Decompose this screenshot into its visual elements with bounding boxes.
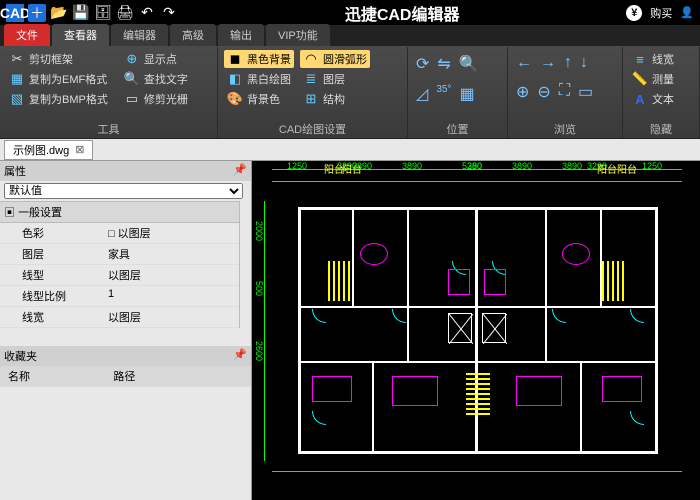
open-icon[interactable]: 📂 (50, 4, 68, 22)
emf-icon: ▦ (9, 71, 25, 87)
zoom-icon: 🔍 (459, 54, 479, 74)
group-label-hide: 隐藏 (629, 119, 693, 137)
copy-bmp-button[interactable]: ▧复制为BMP格式 (6, 90, 111, 108)
browse-tools[interactable]: ← → ↑ ↓ (514, 50, 616, 76)
find-text-button[interactable]: 🔍查找文字 (121, 70, 191, 88)
properties-panel: 属性📌 默认值 ▣ 一般设置 色彩□ 以图层 图层家具 线型以图层 线型比例1 … (0, 161, 252, 500)
buy-button[interactable]: 购买 (650, 5, 672, 21)
text-icon: A (632, 91, 648, 107)
general-section[interactable]: ▣ 一般设置 (0, 201, 239, 223)
save-icon[interactable]: 💾 (72, 4, 90, 22)
props-title: 属性 (4, 163, 26, 179)
fav-title: 收藏夹 (4, 348, 37, 364)
tab-viewer[interactable]: 查看器 (52, 24, 109, 46)
app-logo-icon: CAD (6, 4, 24, 22)
skew-icon: 35° (436, 84, 451, 104)
lineweight-button[interactable]: ≡线宽 (629, 50, 693, 68)
col-name: 名称 (4, 368, 113, 384)
default-select[interactable]: 默认值 (4, 183, 243, 199)
struct-button[interactable]: ⊞结构 (300, 90, 370, 108)
tab-file[interactable]: 文件 (4, 24, 50, 46)
print-icon[interactable]: 🖨 (116, 4, 134, 22)
bgcolor-button[interactable]: 🎨背景色 (224, 90, 294, 108)
copy-emf-button[interactable]: ▦复制为EMF格式 (6, 70, 111, 88)
prop-row: 线宽以图层 (0, 307, 239, 328)
document-tabs: 示例图.dwg ⊠ (0, 139, 700, 161)
measure-button[interactable]: 📏测量 (629, 70, 693, 88)
bw-icon: ◧ (227, 71, 243, 87)
saveas-icon[interactable]: 🗄 (94, 4, 112, 22)
group-label-tools: 工具 (6, 119, 211, 137)
black-bg-button[interactable]: ◼黑色背景 (224, 50, 294, 68)
angle-icon: ◿ (416, 84, 428, 104)
group-label-browse: 浏览 (514, 119, 616, 137)
user-icon[interactable]: 👤 (680, 6, 694, 19)
group-label-cadset: CAD绘图设置 (224, 119, 401, 137)
text-button[interactable]: A文本 (629, 90, 693, 108)
search-icon: 🔍 (124, 71, 140, 87)
smooth-arc-button[interactable]: ◠圆滑弧形 (300, 50, 370, 68)
zoom-out-icon: ⊖ (537, 82, 550, 102)
zoom-in-icon: ⊕ (516, 82, 529, 102)
arrow-left-icon: ← (516, 54, 532, 72)
grid-icon: ▦ (459, 84, 474, 104)
select-icon: ▭ (578, 82, 593, 102)
prop-row: 图层家具 (0, 244, 239, 265)
scrollbar[interactable] (239, 201, 251, 328)
tab-output[interactable]: 输出 (218, 24, 264, 46)
arrow-up-icon: ↑ (564, 54, 572, 72)
position-tools-2[interactable]: ◿ 35° ▦ (414, 80, 501, 108)
titlebar: CAD ＋ 📂 💾 🗄 🖨 ↶ ↷ 迅捷CAD编辑器 ¥ 购买 👤 (0, 0, 700, 25)
cad-canvas[interactable]: 5280 1250 3290 3890 390 3890 3290 1250 2… (252, 161, 700, 500)
scissors-icon: ✂ (9, 51, 25, 67)
redo-icon[interactable]: ↷ (160, 4, 178, 22)
position-tools[interactable]: ⟳ ⇋ 🔍 (414, 50, 501, 78)
target-icon: ⊕ (124, 51, 140, 67)
black-bg-icon: ◼ (227, 51, 243, 67)
arrow-right-icon: → (540, 54, 556, 72)
lineweight-icon: ≡ (632, 51, 648, 67)
show-point-button[interactable]: ⊕显示点 (121, 50, 191, 68)
arc-icon: ◠ (303, 51, 319, 67)
pin-icon[interactable]: 📌 (233, 163, 247, 179)
tab-vip[interactable]: VIP功能 (266, 24, 330, 46)
clip-frame-button[interactable]: ✂剪切框架 (6, 50, 111, 68)
trim-icon: ▭ (124, 91, 140, 107)
bmp-icon: ▧ (9, 91, 25, 107)
coin-icon[interactable]: ¥ (626, 5, 642, 21)
fit-icon: ⛶ (559, 82, 570, 102)
struct-icon: ⊞ (303, 91, 319, 107)
undo-icon[interactable]: ↶ (138, 4, 156, 22)
flip-h-icon: ⇋ (437, 54, 450, 74)
ribbon-tabs: 文件 查看器 编辑器 高级 输出 VIP功能 (0, 25, 700, 47)
rotate-icon: ⟳ (416, 54, 429, 74)
arrow-down-icon: ↓ (580, 54, 588, 72)
quick-access-toolbar: CAD ＋ 📂 💾 🗄 🖨 ↶ ↷ (6, 4, 178, 22)
tab-editor[interactable]: 编辑器 (111, 24, 168, 46)
close-icon[interactable]: ⊠ (75, 143, 84, 156)
new-icon[interactable]: ＋ (28, 4, 46, 22)
group-label-position: 位置 (414, 119, 501, 137)
prop-row: 线型以图层 (0, 265, 239, 286)
prop-row: 色彩□ 以图层 (0, 223, 239, 244)
tab-advanced[interactable]: 高级 (170, 24, 216, 46)
ribbon: ✂剪切框架 ▦复制为EMF格式 ▧复制为BMP格式 ⊕显示点 🔍查找文字 ▭修剪… (0, 47, 700, 139)
bw-draw-button[interactable]: ◧黑白绘图 (224, 70, 294, 88)
ruler-icon: 📏 (632, 71, 648, 87)
palette-icon: 🎨 (227, 91, 243, 107)
document-tab[interactable]: 示例图.dwg ⊠ (4, 140, 93, 160)
col-path: 路径 (113, 368, 247, 384)
app-title: 迅捷CAD编辑器 (178, 1, 626, 25)
pin-icon[interactable]: 📌 (233, 348, 247, 364)
document-name: 示例图.dwg (13, 142, 69, 158)
trim-raster-button[interactable]: ▭修剪光栅 (121, 90, 191, 108)
browse-tools-2[interactable]: ⊕ ⊖ ⛶ ▭ (514, 78, 616, 106)
layer-button[interactable]: ≣图层 (300, 70, 370, 88)
prop-row: 线型比例1 (0, 286, 239, 307)
layers-icon: ≣ (303, 71, 319, 87)
